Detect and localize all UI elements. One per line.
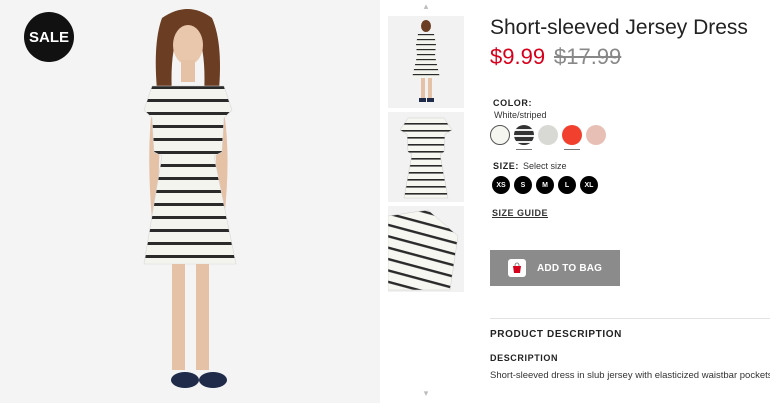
size-row: SIZE: Select size: [493, 161, 567, 171]
thumbnail-gallery: ▴ ▾: [388, 0, 464, 403]
main-product-image[interactable]: SALE: [0, 0, 380, 403]
size-s-button[interactable]: S: [514, 176, 532, 194]
shopping-bag-glyph: [513, 262, 521, 273]
product-title: Short-sleeved Jersey Dress: [490, 16, 748, 39]
size-xs-button[interactable]: XS: [492, 176, 510, 194]
add-to-bag-button[interactable]: ADD TO BAG: [490, 250, 620, 286]
swatch-light-grey[interactable]: [538, 125, 558, 145]
add-to-bag-label: ADD TO BAG: [537, 262, 603, 274]
swatch-white[interactable]: [490, 125, 510, 145]
size-xl-button[interactable]: XL: [580, 176, 598, 194]
thumbnail-scroll-up-icon[interactable]: ▴: [418, 2, 434, 12]
section-divider: [490, 318, 770, 319]
swatch-light-pink[interactable]: [586, 125, 606, 145]
product-description-title[interactable]: PRODUCT DESCRIPTION: [490, 329, 622, 340]
thumbnail-flat[interactable]: [388, 112, 464, 202]
color-swatches: [490, 125, 606, 150]
selected-color: White/striped: [494, 110, 547, 120]
thumbnail-front-image: [412, 20, 440, 102]
swatch-underline: [516, 149, 532, 150]
description-heading: DESCRIPTION: [490, 353, 559, 363]
swatch-underline: [564, 149, 580, 150]
swatch-black-striped[interactable]: [514, 125, 534, 150]
size-label: SIZE:: [493, 161, 520, 171]
sale-price: $9.99: [490, 44, 546, 69]
color-label: COLOR:: [493, 98, 533, 108]
size-guide-link[interactable]: SIZE GUIDE: [492, 208, 548, 218]
size-m-button[interactable]: M: [536, 176, 554, 194]
thumbnail-flat-image: [399, 117, 453, 199]
sale-badge: SALE: [24, 12, 74, 62]
original-price: $17.99: [554, 44, 622, 69]
thumbnail-front[interactable]: [388, 16, 464, 108]
size-options: XS S M L XL: [492, 176, 598, 194]
size-hint: Select size: [523, 161, 567, 171]
thumbnail-detail-image: [388, 209, 459, 291]
description-text: Short-sleeved dress in slub jersey with …: [490, 370, 770, 381]
swatch-red[interactable]: [562, 125, 582, 150]
thumbnail-scroll-down-icon[interactable]: ▾: [418, 389, 434, 399]
size-l-button[interactable]: L: [558, 176, 576, 194]
shopping-bag-icon: [508, 259, 526, 277]
thumbnail-detail[interactable]: [388, 206, 464, 292]
